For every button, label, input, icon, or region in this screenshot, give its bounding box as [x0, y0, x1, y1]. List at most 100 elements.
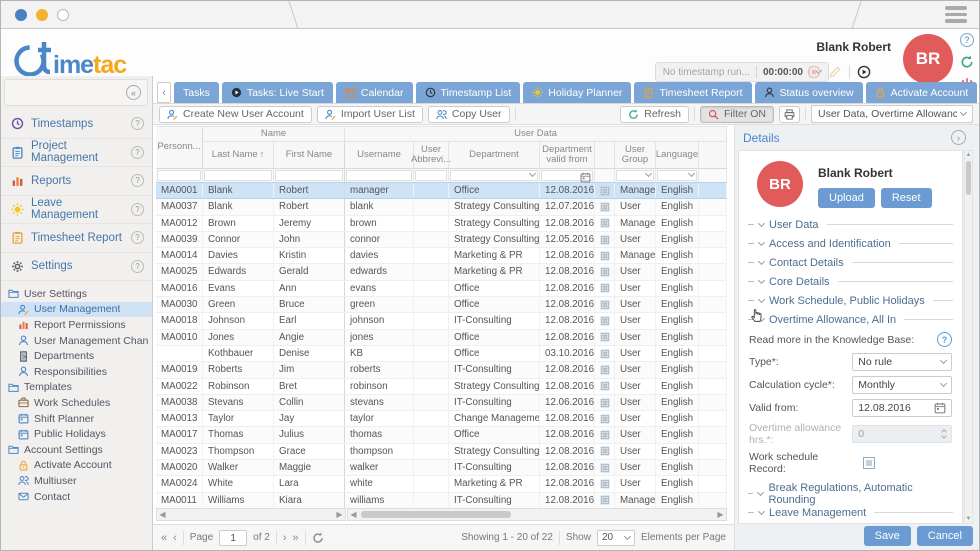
table-row-MA0037[interactable]: MA0037BlankRobertblankStrategy Consultin…: [156, 199, 727, 215]
table-row-MA0012[interactable]: MA0012BrownJeremybrownStrategy Consultin…: [156, 216, 727, 232]
filter-input[interactable]: [204, 170, 272, 181]
help-icon[interactable]: ?: [131, 260, 144, 273]
filter-cell-5[interactable]: [449, 169, 540, 182]
cell-history-button[interactable]: [595, 362, 615, 377]
tab-scroll-left-button[interactable]: ‹: [157, 82, 171, 103]
table-row-MA0038[interactable]: MA0038StevansCollinstevansIT-Consulting1…: [156, 395, 727, 411]
stop-timestamp-icon[interactable]: [807, 65, 821, 79]
department-history-icon[interactable]: [600, 463, 610, 473]
sidebar-item-reports[interactable]: Reports?: [1, 167, 152, 196]
tree-item-user-management-changelog[interactable]: User Management Changelog: [1, 333, 152, 349]
filter-cell-6[interactable]: [540, 169, 595, 182]
filter-cell-9[interactable]: [656, 169, 699, 182]
window-button-blue[interactable]: [15, 9, 27, 21]
section-contact-details[interactable]: Contact Details: [739, 253, 962, 272]
filter-input[interactable]: [275, 170, 343, 181]
print-button[interactable]: [779, 106, 800, 123]
number-spinner[interactable]: [942, 430, 946, 438]
frozen-columns-scrollbar[interactable]: ◀▶: [156, 508, 346, 521]
column-header-department[interactable]: Department: [449, 142, 540, 168]
cancel-button[interactable]: Cancel: [917, 526, 973, 546]
refresh-table-button[interactable]: Refresh: [620, 106, 689, 123]
column-header-last-name[interactable]: Last Name↑: [203, 142, 274, 168]
sidebar-item-settings[interactable]: Settings?: [1, 253, 152, 282]
table-row-MA0030[interactable]: MA0030GreenBrucegreenOffice12.08.2016Use…: [156, 297, 727, 313]
section-break-regulations-automatic-rounding[interactable]: Break Regulations, Automatic Rounding: [739, 484, 962, 503]
tree-item-contact[interactable]: Contact: [1, 489, 152, 505]
cell-history-button[interactable]: [595, 281, 615, 296]
page-number-input[interactable]: 1: [219, 530, 247, 546]
tree-item-shift-planner[interactable]: Shift Planner: [1, 411, 152, 427]
department-history-icon[interactable]: [600, 479, 610, 489]
table-row-MA0039[interactable]: MA0039ConnorJohnconnorStrategy Consultin…: [156, 232, 727, 248]
cell-history-button[interactable]: [595, 427, 615, 442]
tree-item-multiuser[interactable]: Multiuser: [1, 473, 152, 489]
column-header-username[interactable]: Username: [345, 142, 414, 168]
sidebar-item-leave-management[interactable]: Leave Management?: [1, 196, 152, 225]
column-header-dept-valid-from[interactable]: Department valid from: [540, 142, 595, 168]
copy-user-button[interactable]: Copy User: [428, 106, 510, 123]
department-history-icon[interactable]: [600, 283, 610, 293]
cell-history-button[interactable]: [595, 444, 615, 459]
filter-cell-0[interactable]: [156, 169, 203, 182]
pager-refresh-icon[interactable]: [312, 532, 324, 544]
tab-calendar[interactable]: Calendar: [336, 82, 413, 103]
field-date-control[interactable]: 12.08.2016: [852, 399, 952, 417]
cell-history-button[interactable]: [595, 216, 615, 231]
table-row-MA0017[interactable]: MA0017ThomasJuliusthomasOffice12.08.2016…: [156, 427, 727, 443]
sidebar-collapse-icon[interactable]: «: [126, 85, 141, 100]
cell-history-button[interactable]: [595, 232, 615, 247]
first-page-button[interactable]: «: [161, 532, 167, 544]
column-header-user-abbrev[interactable]: User Abbrevi...: [414, 142, 449, 168]
sidebar-collapse-bar[interactable]: «: [4, 79, 148, 106]
column-view-dropdown[interactable]: User Data, Overtime Allowance, All: [811, 105, 973, 123]
data-columns-scrollbar[interactable]: ◀▶: [347, 508, 727, 521]
department-history-icon[interactable]: [600, 300, 610, 310]
department-history-icon[interactable]: [600, 381, 610, 391]
table-row-MA0013[interactable]: MA0013TaylorJaytaylorChange Management12…: [156, 411, 727, 427]
next-page-button[interactable]: ›: [283, 532, 287, 544]
filter-cell-2[interactable]: [274, 169, 345, 182]
cell-history-button[interactable]: [595, 346, 615, 361]
department-history-icon[interactable]: [600, 251, 610, 261]
table-row-MA0022[interactable]: MA0022RobinsonBretrobinsonStrategy Consu…: [156, 379, 727, 395]
tree-item-user-management[interactable]: User Management: [1, 302, 152, 318]
department-history-icon[interactable]: [600, 218, 610, 228]
section-core-details[interactable]: Core Details: [739, 272, 962, 291]
tab-tasks[interactable]: Tasks: [174, 82, 219, 103]
section-work-schedule-public-holidays[interactable]: Work Schedule, Public Holidays: [739, 291, 962, 310]
tab-activate-account[interactable]: Activate Account: [866, 82, 978, 103]
table-row-MA0001[interactable]: MA0001BlankRobertmanagerOffice12.08.2016…: [156, 182, 727, 199]
window-button-yellow[interactable]: [36, 9, 48, 21]
spinner-down-icon[interactable]: [941, 433, 947, 439]
cell-history-button[interactable]: [595, 330, 615, 345]
filter-cell-3[interactable]: [345, 169, 414, 182]
help-icon[interactable]: ?: [131, 146, 144, 159]
work-schedule-record-checkbox[interactable]: [863, 457, 875, 469]
sidebar-item-timestamps[interactable]: Timestamps?: [1, 110, 152, 139]
section-overtime-allowance-all-in[interactable]: Overtime Allowance, All In: [739, 310, 962, 329]
section-user-data[interactable]: User Data: [739, 215, 962, 234]
cell-history-button[interactable]: [595, 379, 615, 394]
cell-history-button[interactable]: [595, 411, 615, 426]
department-history-icon[interactable]: [600, 446, 610, 456]
department-history-icon[interactable]: [600, 365, 610, 375]
group-header-name[interactable]: Name: [203, 127, 345, 142]
window-button-white[interactable]: [57, 9, 69, 21]
cell-history-button[interactable]: [595, 395, 615, 410]
column-header-history[interactable]: [595, 142, 615, 168]
section-responsibilities-substitutes[interactable]: Responsibilities & Substitutes: [739, 522, 962, 524]
tree-item-templates[interactable]: Templates: [1, 380, 152, 396]
timestamp-widget[interactable]: No timestamp run... 00:00:00: [655, 62, 829, 82]
filter-select[interactable]: [450, 170, 538, 181]
details-scrollbar[interactable]: ▲▼: [964, 150, 973, 524]
table-row-MA0024[interactable]: MA0024WhiteLarawhiteMarketing & PR12.08.…: [156, 476, 727, 492]
field-select-control[interactable]: Monthly: [852, 376, 952, 394]
page-size-dropdown[interactable]: 20: [597, 530, 635, 546]
import-user-list-button[interactable]: Import User List: [317, 106, 423, 123]
field-select-control[interactable]: No rule: [852, 353, 952, 371]
knowledge-base-help-icon[interactable]: ?: [937, 332, 952, 347]
cell-history-button[interactable]: [595, 264, 615, 279]
filter-toggle-button[interactable]: Filter ON: [700, 106, 774, 123]
sidebar-item-timesheet-report[interactable]: Timesheet Report?: [1, 224, 152, 253]
